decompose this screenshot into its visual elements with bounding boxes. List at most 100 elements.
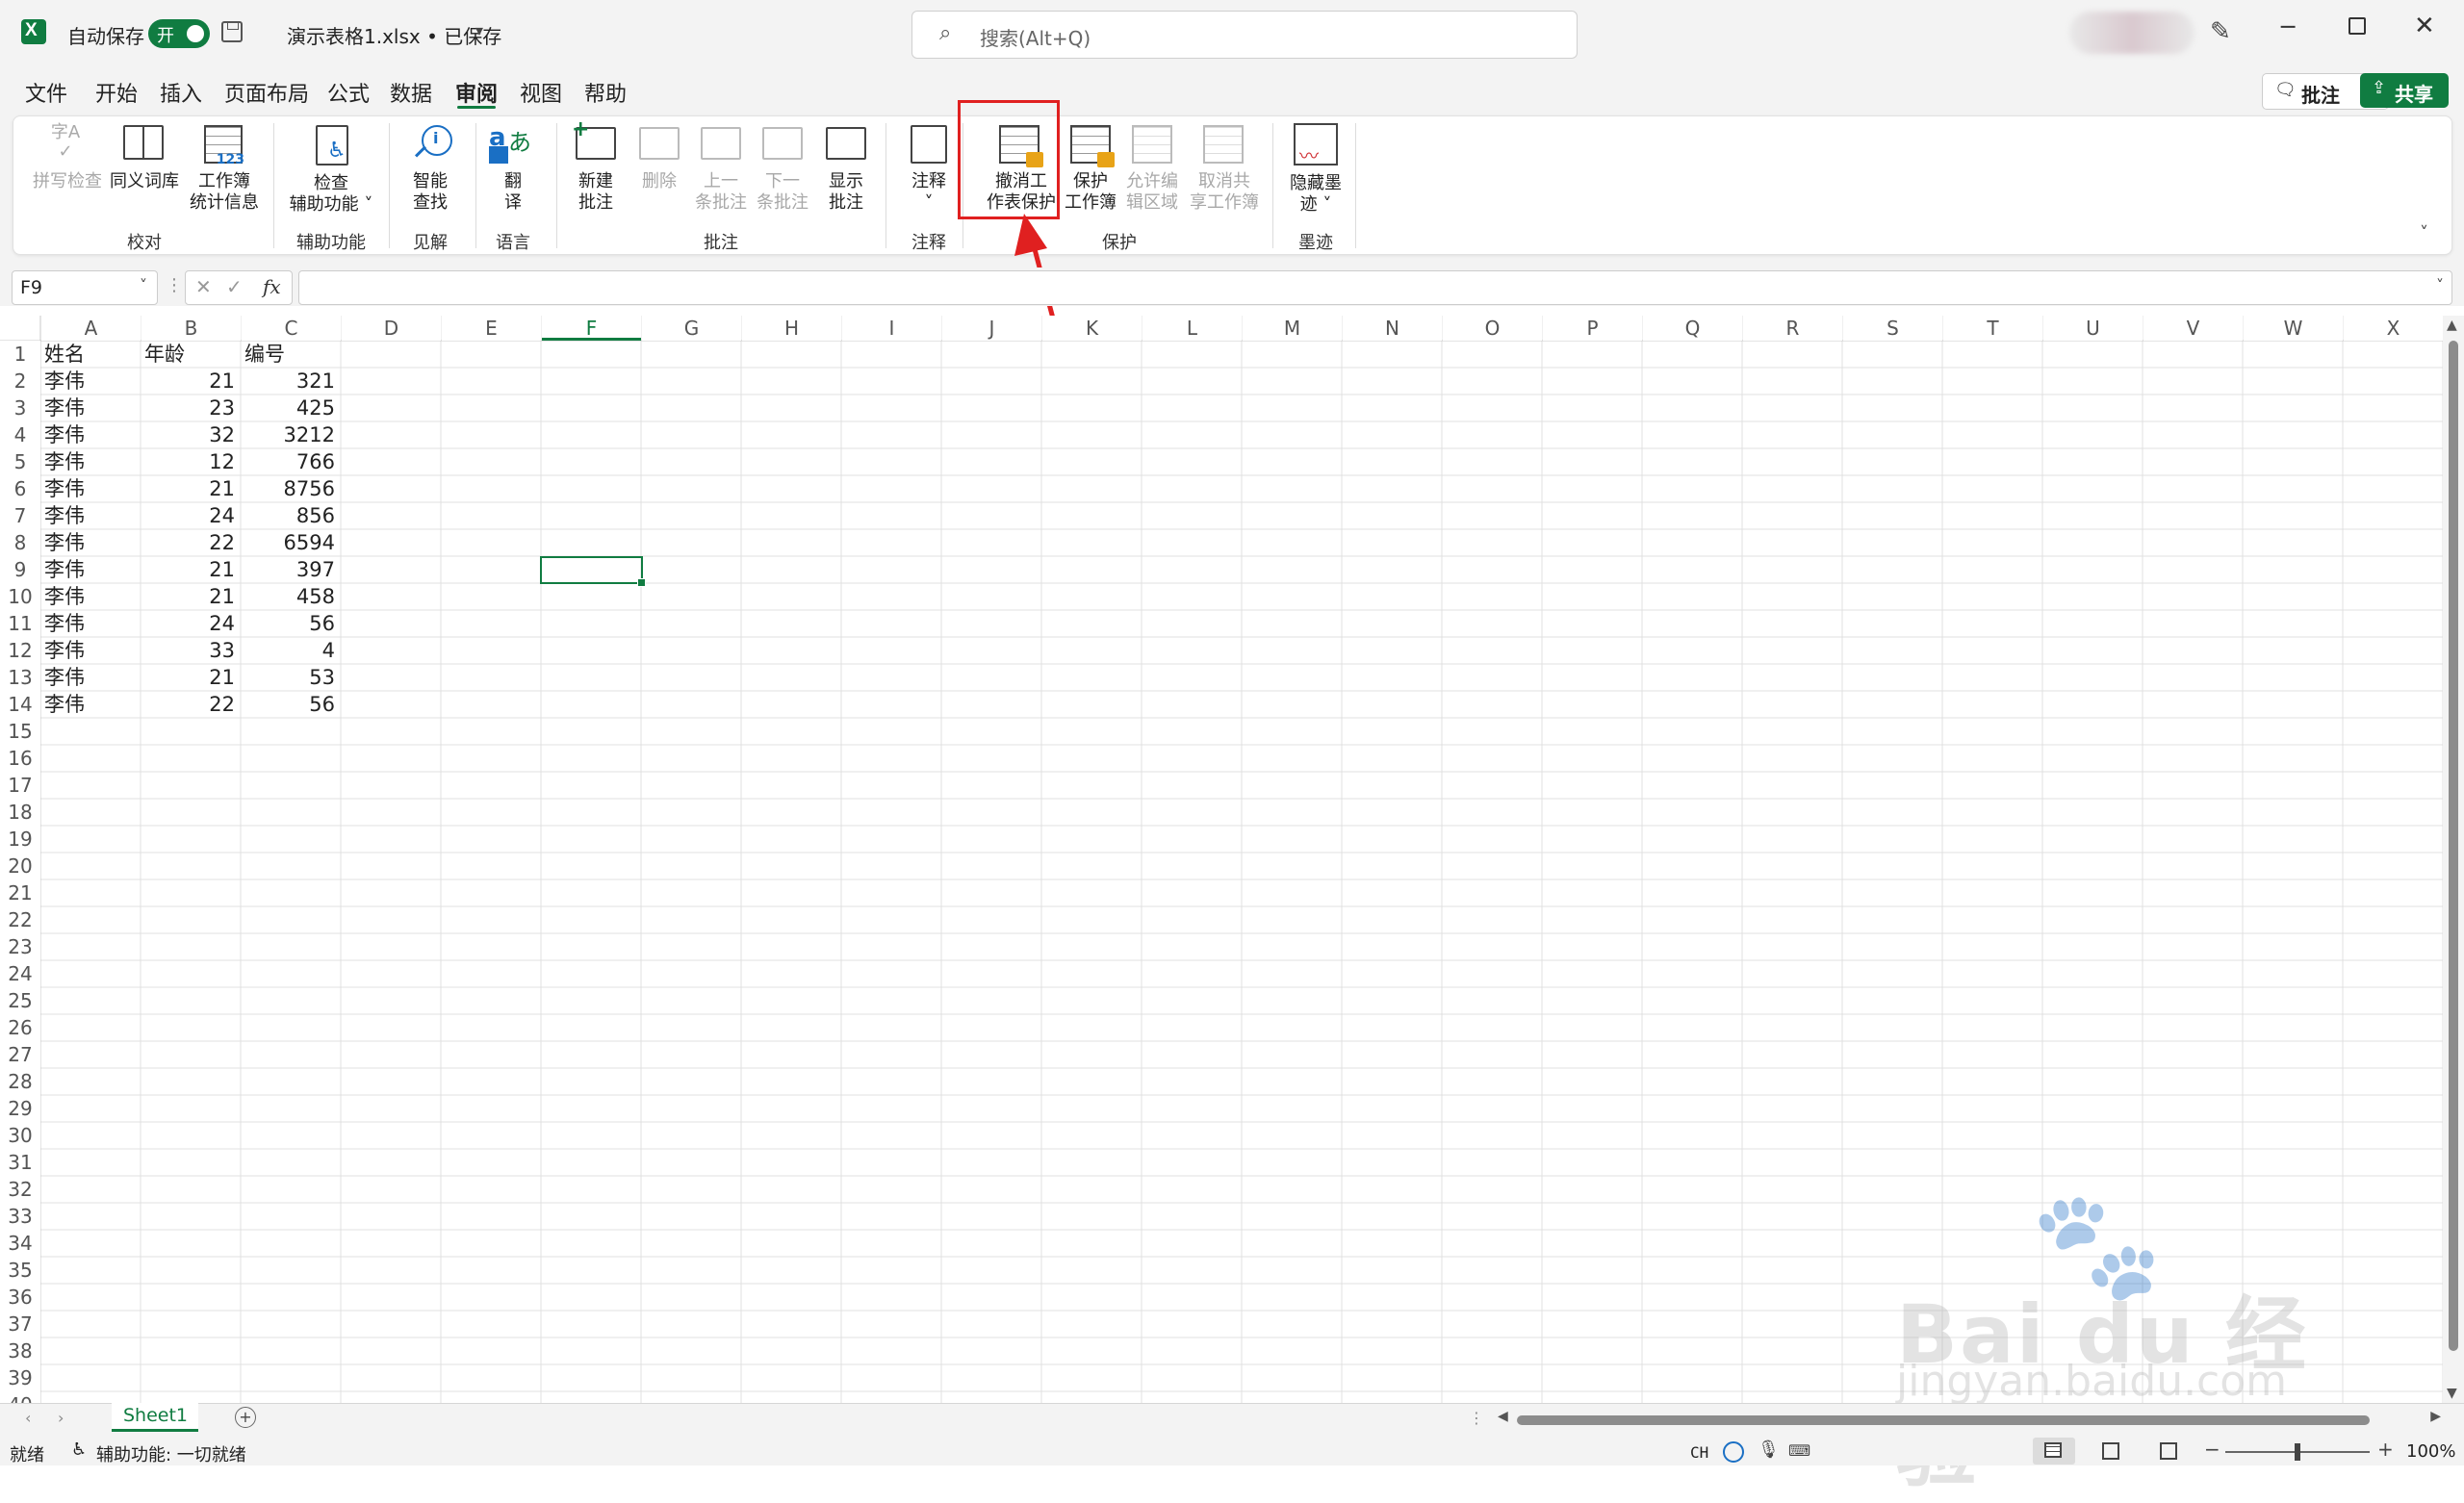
row-header[interactable]: 34	[0, 1230, 40, 1257]
row-header[interactable]: 13	[0, 664, 40, 691]
row-header[interactable]: 37	[0, 1311, 40, 1337]
column-header-s[interactable]: S	[1843, 316, 1942, 341]
formula-input[interactable]: ˅	[298, 270, 2452, 305]
table-cell[interactable]: 李伟	[44, 395, 135, 421]
table-cell[interactable]: 李伟	[44, 475, 135, 502]
page-layout-view-icon[interactable]	[2102, 1442, 2119, 1460]
status-accessibility[interactable]: 辅助功能: 一切就绪	[96, 1441, 246, 1466]
column-header-i[interactable]: I	[842, 316, 941, 341]
pen-icon[interactable]: ✎	[2210, 17, 2231, 46]
row-header[interactable]: 38	[0, 1337, 40, 1364]
row-header[interactable]: 14	[0, 691, 40, 718]
column-header-j[interactable]: J	[942, 316, 1041, 341]
vertical-scroll-thumb[interactable]	[2449, 341, 2458, 1351]
ime-icon[interactable]	[1723, 1441, 1744, 1463]
row-header[interactable]: 11	[0, 610, 40, 637]
zoom-slider[interactable]	[2225, 1443, 2370, 1461]
restore-icon[interactable]	[2348, 17, 2366, 35]
table-cell[interactable]: 3212	[244, 421, 335, 448]
table-cell[interactable]: 李伟	[44, 448, 135, 475]
row-header[interactable]: 5	[0, 448, 40, 475]
next-sheet-icon[interactable]: ›	[58, 1409, 64, 1427]
row-header[interactable]: 35	[0, 1257, 40, 1284]
notes-button[interactable]: 注释 ˅	[897, 171, 961, 214]
column-header-k[interactable]: K	[1042, 316, 1142, 341]
row-header[interactable]: 6	[0, 475, 40, 502]
row-header[interactable]: 32	[0, 1176, 40, 1203]
scroll-up-icon[interactable]: ▲	[2447, 318, 2457, 333]
sheet-tab-sheet1[interactable]: Sheet1	[112, 1403, 198, 1432]
row-header[interactable]: 25	[0, 987, 40, 1014]
selected-cell[interactable]	[540, 556, 646, 587]
workbook-stats-button[interactable]: 工作簿 统计信息	[183, 171, 266, 214]
table-cell[interactable]: 33	[144, 637, 235, 664]
column-header-v[interactable]: V	[2143, 316, 2243, 341]
row-header[interactable]: 19	[0, 826, 40, 853]
column-header-t[interactable]: T	[1943, 316, 2042, 341]
table-cell[interactable]: 李伟	[44, 368, 135, 395]
horizontal-scroll-thumb[interactable]	[1517, 1415, 2370, 1425]
table-cell[interactable]: 6594	[244, 529, 335, 556]
normal-view-icon[interactable]	[2033, 1438, 2075, 1465]
column-header-w[interactable]: W	[2244, 316, 2343, 341]
column-header-x[interactable]: X	[2344, 316, 2443, 341]
spelling-button[interactable]: 拼写检查	[29, 171, 106, 192]
split-handle-icon[interactable]: ⋮	[1469, 1409, 1484, 1427]
zoom-in-icon[interactable]: +	[2377, 1438, 2394, 1461]
table-cell[interactable]: 12	[144, 448, 235, 475]
column-header-m[interactable]: M	[1243, 316, 1342, 341]
zoom-level[interactable]: 100%	[2406, 1441, 2455, 1462]
row-header[interactable]: 7	[0, 502, 40, 529]
table-cell[interactable]: 李伟	[44, 610, 135, 637]
header-cell[interactable]: 年龄	[144, 341, 235, 368]
table-cell[interactable]: 56	[244, 610, 335, 637]
row-header[interactable]: 4	[0, 421, 40, 448]
table-cell[interactable]: 李伟	[44, 502, 135, 529]
row-header[interactable]: 10	[0, 583, 40, 610]
ime-lang[interactable]: CH	[1690, 1443, 1708, 1462]
header-cell[interactable]: 编号	[244, 341, 335, 368]
zoom-out-icon[interactable]: −	[2204, 1438, 2220, 1461]
column-header-o[interactable]: O	[1443, 316, 1542, 341]
chevron-down-icon[interactable]: ˅	[2436, 276, 2444, 294]
column-header-f[interactable]: F	[542, 316, 641, 341]
column-header-q[interactable]: Q	[1643, 316, 1742, 341]
table-cell[interactable]: 21	[144, 664, 235, 691]
table-cell[interactable]: 32	[144, 421, 235, 448]
row-header[interactable]: 9	[0, 556, 40, 583]
table-cell[interactable]: 397	[244, 556, 335, 583]
menu-help[interactable]: 帮助	[584, 77, 627, 108]
microphone-icon[interactable]: 🎙	[1758, 1439, 1780, 1460]
row-header[interactable]: 15	[0, 718, 40, 745]
hide-ink-button[interactable]: 隐藏墨迹 ˅	[1282, 173, 1349, 216]
row-header[interactable]: 8	[0, 529, 40, 556]
table-cell[interactable]: 23	[144, 395, 235, 421]
column-header-n[interactable]: N	[1343, 316, 1442, 341]
unshare-workbook-button[interactable]: 取消共 享工作簿	[1184, 171, 1265, 214]
column-header-g[interactable]: G	[642, 316, 741, 341]
column-header-r[interactable]: R	[1743, 316, 1842, 341]
row-header[interactable]: 29	[0, 1095, 40, 1122]
row-header[interactable]: 30	[0, 1122, 40, 1149]
column-header-b[interactable]: B	[141, 316, 241, 341]
row-header[interactable]: 12	[0, 637, 40, 664]
minimize-icon[interactable]: ─	[2281, 13, 2295, 40]
column-header-p[interactable]: P	[1543, 316, 1642, 341]
share-button[interactable]: ⇪ 共享	[2360, 73, 2449, 108]
column-header-a[interactable]: A	[41, 316, 141, 341]
menu-data[interactable]: 数据	[390, 77, 432, 108]
new-comment-button[interactable]: 新建 批注	[564, 171, 628, 214]
file-name[interactable]: 演示表格1.xlsx • 已保存	[287, 21, 501, 49]
table-cell[interactable]: 李伟	[44, 664, 135, 691]
thesaurus-button[interactable]: 同义词库	[106, 171, 183, 192]
delete-comment-button[interactable]: 删除	[628, 171, 691, 192]
menu-file[interactable]: 文件	[25, 77, 67, 108]
check-accessibility-button[interactable]: 检查 辅助功能 ˅	[283, 173, 379, 216]
smart-lookup-button[interactable]: 智能 查找	[397, 171, 464, 214]
column-header-u[interactable]: U	[2043, 316, 2143, 341]
row-header[interactable]: 23	[0, 933, 40, 960]
close-icon[interactable]: ✕	[2414, 12, 2435, 40]
horizontal-scrollbar[interactable]: ◀ ▶	[1498, 1409, 2441, 1430]
table-cell[interactable]: 856	[244, 502, 335, 529]
header-cell[interactable]: 姓名	[44, 341, 135, 368]
